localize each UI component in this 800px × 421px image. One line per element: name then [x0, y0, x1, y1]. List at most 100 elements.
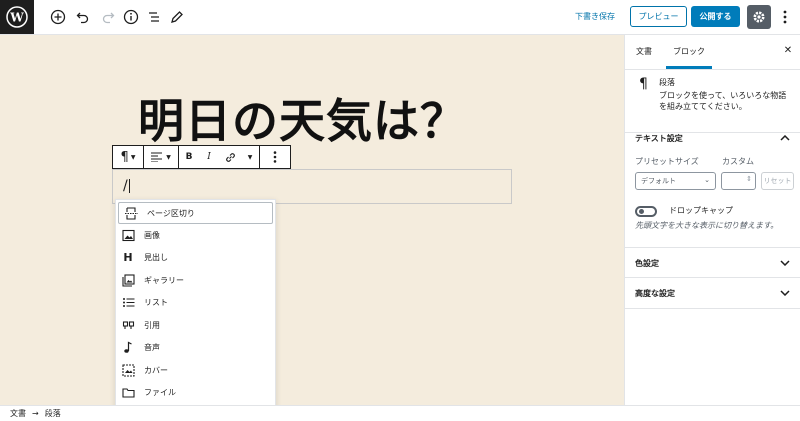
file-icon — [121, 385, 135, 399]
toggle-knob — [639, 209, 644, 214]
close-sidebar-button[interactable]: ✕ — [781, 43, 795, 57]
text-settings-panel-toggle[interactable]: テキスト設定 — [625, 123, 800, 153]
info-icon — [123, 9, 139, 25]
wordpress-icon: W — [6, 6, 28, 28]
inserter-item-cover[interactable]: カバー — [116, 359, 275, 381]
bold-button[interactable]: B — [179, 146, 199, 168]
vertical-ellipsis-icon — [783, 10, 787, 24]
inserter-item-label: 引用 — [144, 320, 160, 330]
publish-button[interactable]: 公開する — [691, 6, 740, 27]
panel-title: 高度な設定 — [635, 289, 675, 298]
heading-icon: H — [123, 250, 133, 264]
inserter-item-heading[interactable]: H 見出し — [116, 246, 275, 268]
caret-down-icon: ▼ — [247, 153, 253, 161]
inserter-item-label: カバー — [144, 365, 168, 375]
preset-size-label: プリセットサイズ — [635, 157, 699, 166]
undo-button[interactable] — [74, 8, 92, 26]
slash-command-text: / — [123, 178, 128, 194]
advanced-panel-toggle[interactable]: 高度な設定 — [625, 277, 800, 309]
audio-icon — [121, 340, 135, 354]
content-info-button[interactable] — [122, 8, 140, 26]
add-block-button[interactable] — [49, 8, 67, 26]
block-more-options-button[interactable] — [260, 146, 290, 168]
block-title: 段落 — [659, 78, 675, 87]
block-type-switcher[interactable]: ¶ ▼ — [113, 146, 143, 168]
breadcrumb: 文書 → 段落 — [0, 405, 800, 421]
close-icon: ✕ — [783, 44, 793, 56]
bold-icon: B — [185, 152, 193, 162]
inserter-item-page-break[interactable]: ページ区切り — [118, 202, 273, 224]
inserter-item-label: ファイル — [144, 387, 176, 397]
sidebar-tabs: 文書 ブロック ✕ — [625, 35, 800, 70]
caret-down-icon: ▼ — [130, 153, 136, 161]
inserter-item-label: 音声 — [144, 342, 160, 352]
font-size-select-value: デフォルト — [641, 177, 676, 185]
chevron-down-icon: ⌄ — [704, 176, 710, 184]
tools-button[interactable] — [168, 8, 186, 26]
pilcrow-icon: ¶ — [639, 76, 648, 92]
settings-sidebar: 文書 ブロック ✕ ¶ 段落 ブロックを使って、いろいろな物語を組み立ててくださ… — [624, 35, 800, 405]
inserter-item-label: 画像 — [144, 230, 160, 240]
panel-title: テキスト設定 — [635, 134, 683, 143]
slash-inserter-menu: ページ区切り 画像 H 見出し ギャラリー リスト 引用 音声 カバー ファイル — [115, 199, 276, 405]
preview-button[interactable]: プレビュー — [630, 6, 687, 27]
undo-icon — [76, 12, 89, 24]
block-navigation-button[interactable] — [145, 8, 163, 26]
custom-font-size-input[interactable]: ⇕ — [721, 172, 756, 190]
inserter-item-image[interactable]: 画像 — [116, 224, 275, 246]
breadcrumb-arrow: → — [32, 409, 39, 418]
italic-icon: I — [207, 152, 211, 162]
chevron-down-icon — [778, 286, 792, 300]
breadcrumb-item-paragraph[interactable]: 段落 — [45, 408, 61, 419]
more-formats-button[interactable]: ▼ — [241, 146, 259, 168]
active-tab-indicator — [666, 66, 712, 69]
inserter-item-quote[interactable]: 引用 — [116, 314, 275, 336]
pilcrow-icon: ¶ — [120, 149, 129, 165]
font-size-select[interactable]: デフォルト ⌄ — [635, 172, 716, 190]
redo-icon — [102, 12, 115, 24]
wordpress-logo-button[interactable]: W — [0, 0, 34, 34]
inserter-item-gallery[interactable]: ギャラリー — [116, 269, 275, 291]
text-caret — [128, 179, 130, 193]
link-button[interactable] — [219, 146, 241, 168]
pencil-icon — [171, 11, 183, 23]
reset-button[interactable]: リセット — [761, 172, 794, 190]
breadcrumb-item-document[interactable]: 文書 — [10, 408, 26, 419]
list-view-icon — [149, 12, 159, 22]
custom-size-label: カスタム — [722, 157, 754, 166]
inserter-item-label: 見出し — [144, 252, 168, 262]
page-break-icon — [124, 206, 138, 220]
paragraph-input[interactable]: / — [123, 178, 130, 194]
save-draft-button[interactable]: 下書き保存 — [575, 11, 615, 22]
tab-block[interactable]: ブロック — [673, 46, 705, 57]
inserter-item-label: ページ区切り — [147, 208, 195, 218]
tab-document[interactable]: 文書 — [636, 46, 652, 57]
align-button[interactable]: ▼ — [144, 146, 178, 168]
settings-button[interactable] — [747, 5, 771, 29]
panel-title: 色設定 — [635, 259, 659, 268]
more-options-button[interactable] — [778, 8, 792, 26]
caret-down-icon: ▼ — [166, 153, 171, 161]
drop-cap-help: 先頭文字を大きな表示に切り替えます。 — [635, 221, 779, 230]
gear-icon — [753, 11, 765, 23]
inserter-item-label: ギャラリー — [144, 275, 184, 285]
block-description: ブロックを使って、いろいろな物語を組み立ててください。 — [659, 91, 787, 111]
redo-button[interactable] — [99, 8, 117, 26]
list-icon — [121, 295, 135, 309]
plus-circle-icon — [50, 9, 66, 25]
inserter-item-file[interactable]: ファイル — [116, 381, 275, 403]
image-icon — [121, 228, 135, 242]
editor-canvas: 明日の天気は？ ¶ ▼ ▼ B I ▼ / ページ区切り 画像 H 見出し ギャ… — [0, 35, 624, 405]
inserter-item-audio[interactable]: 音声 — [116, 336, 275, 358]
post-title[interactable]: 明日の天気は？ — [138, 85, 467, 151]
align-left-icon — [151, 152, 163, 162]
drop-cap-label: ドロップキャップ — [669, 206, 733, 215]
link-icon — [225, 152, 235, 162]
inserter-item-list[interactable]: リスト — [116, 291, 275, 313]
chevron-down-icon — [778, 256, 792, 270]
quote-icon — [121, 318, 135, 332]
drop-cap-toggle[interactable] — [635, 206, 657, 217]
chevron-up-icon — [778, 131, 792, 145]
color-settings-panel-toggle[interactable]: 色設定 — [625, 247, 800, 278]
italic-button[interactable]: I — [199, 146, 219, 168]
